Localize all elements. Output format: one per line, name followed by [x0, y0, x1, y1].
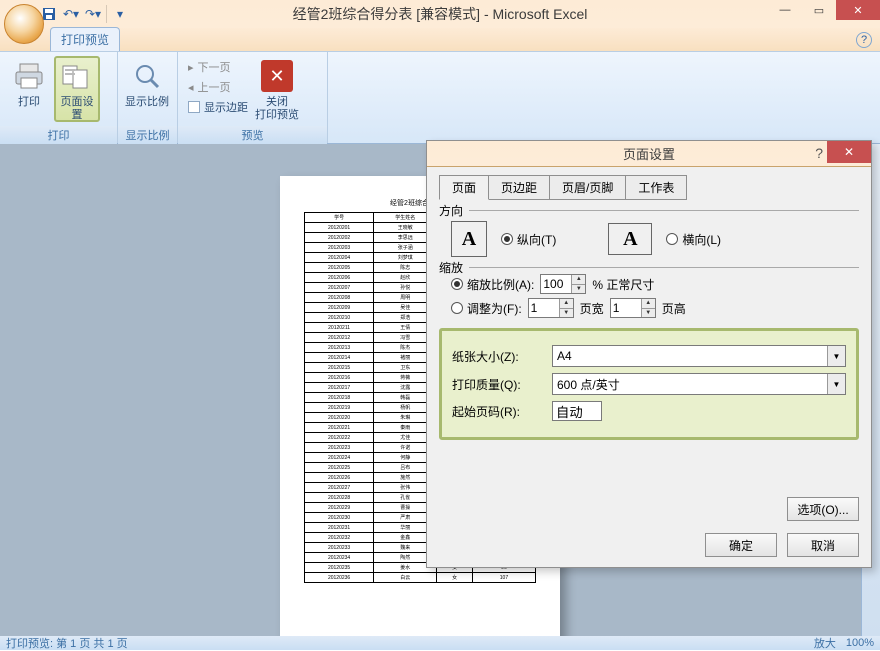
radio-icon	[501, 233, 513, 245]
window-close-button[interactable]: ✕	[836, 0, 880, 20]
dialog-titlebar: 页面设置 ? ✕	[427, 141, 871, 167]
checkbox-icon	[188, 101, 200, 113]
landscape-radio[interactable]: 横向(L)	[666, 231, 721, 248]
fit-radio[interactable]: 调整为(F):	[451, 300, 522, 317]
prev-page-button: ◂上一页	[184, 78, 252, 96]
spinner-up-icon[interactable]: ▲	[571, 275, 585, 285]
group-preview-label: 预览	[178, 126, 327, 145]
orientation-legend: 方向	[439, 202, 469, 219]
print-quality-combo[interactable]: 600 点/英寸▼	[552, 373, 846, 395]
scale-radio[interactable]: 缩放比例(A):	[451, 276, 534, 293]
tab-print-preview[interactable]: 打印预览	[50, 27, 120, 51]
portrait-preview-icon: A	[451, 221, 487, 257]
status-zoom-value: 100%	[846, 637, 874, 649]
dialog-tabs: 页面 页边距 页眉/页脚 工作表	[439, 175, 859, 200]
zoom-button[interactable]: 显示比例	[124, 56, 170, 122]
window-title: 经管2班综合得分表 [兼容模式] - Microsoft Excel	[293, 4, 588, 24]
chevron-down-icon: ▼	[827, 374, 845, 394]
next-page-button: ▸下一页	[184, 58, 252, 76]
print-button[interactable]: 打印	[6, 56, 52, 122]
arrow-down-icon: ▸	[188, 61, 194, 74]
paper-size-label: 纸张大小(Z):	[452, 348, 544, 365]
first-page-input[interactable]	[552, 401, 602, 421]
dialog-caption: 页面设置	[623, 144, 675, 163]
titlebar: ↶▾ ↷▾ ▾ 经管2班综合得分表 [兼容模式] - Microsoft Exc…	[0, 0, 880, 28]
minimize-button[interactable]: —	[768, 0, 802, 20]
first-page-label: 起始页码(R):	[452, 403, 544, 420]
spinner-down-icon[interactable]: ▼	[571, 285, 585, 294]
radio-icon	[666, 233, 678, 245]
page-setup-dialog: 页面设置 ? ✕ 页面 页边距 页眉/页脚 工作表 方向 A 纵向(T) A 横…	[426, 140, 872, 568]
cancel-button[interactable]: 取消	[787, 533, 859, 557]
page-setup-button[interactable]: 页面设置	[54, 56, 100, 122]
ribbon: 打印 页面设置 打印 显示比例 显示比例 ▸下一页 ◂上一页 显示边距 ✕	[0, 52, 880, 144]
spinner-down-icon[interactable]: ▼	[641, 309, 655, 318]
radio-icon	[451, 278, 463, 290]
scaling-legend: 缩放	[439, 259, 469, 276]
radio-icon	[451, 302, 463, 314]
tab-header-footer[interactable]: 页眉/页脚	[549, 175, 626, 200]
printer-icon	[13, 60, 45, 92]
redo-icon[interactable]: ↷▾	[84, 5, 102, 23]
status-bar: 打印预览: 第 1 页 共 1 页 放大 100%	[0, 636, 880, 650]
ok-button[interactable]: 确定	[705, 533, 777, 557]
fit-height-input[interactable]: ▲▼	[610, 298, 656, 318]
landscape-preview-icon: A	[608, 223, 652, 255]
magnifier-icon	[131, 60, 163, 92]
tab-sheet[interactable]: 工作表	[625, 175, 687, 200]
group-zoom-label: 显示比例	[118, 126, 177, 145]
tab-page[interactable]: 页面	[439, 175, 489, 200]
options-button[interactable]: 选项(O)...	[787, 497, 859, 521]
tab-strip: 打印预览 ?	[0, 28, 880, 52]
spinner-up-icon[interactable]: ▲	[559, 299, 573, 309]
spinner-down-icon[interactable]: ▼	[559, 309, 573, 318]
close-icon: ✕	[261, 60, 293, 92]
office-button[interactable]	[4, 4, 44, 44]
scale-value-input[interactable]: ▲▼	[540, 274, 586, 294]
highlighted-settings: 纸张大小(Z): A4▼ 打印质量(Q): 600 点/英寸▼ 起始页码(R):	[439, 328, 859, 440]
print-quality-label: 打印质量(Q):	[452, 376, 544, 393]
group-print-label: 打印	[0, 126, 117, 145]
spinner-up-icon[interactable]: ▲	[641, 299, 655, 309]
status-left: 打印预览: 第 1 页 共 1 页	[6, 635, 128, 651]
show-margins-checkbox[interactable]: 显示边距	[184, 98, 252, 116]
close-preview-button[interactable]: ✕ 关闭打印预览	[254, 56, 300, 122]
maximize-button[interactable]: ▭	[802, 0, 836, 20]
paper-size-combo[interactable]: A4▼	[552, 345, 846, 367]
chevron-down-icon: ▼	[827, 346, 845, 366]
arrow-up-icon: ◂	[188, 81, 194, 94]
undo-icon[interactable]: ↶▾	[62, 5, 80, 23]
portrait-radio[interactable]: 纵向(T)	[501, 231, 556, 248]
dialog-close-button[interactable]: ✕	[827, 141, 871, 163]
dialog-help-icon[interactable]: ?	[815, 145, 823, 161]
tab-margins[interactable]: 页边距	[488, 175, 550, 200]
page-setup-icon	[61, 62, 93, 92]
fit-width-input[interactable]: ▲▼	[528, 298, 574, 318]
qat-dropdown-icon[interactable]: ▾	[111, 5, 129, 23]
status-zoom-label: 放大	[814, 635, 836, 651]
help-icon[interactable]: ?	[856, 32, 872, 48]
